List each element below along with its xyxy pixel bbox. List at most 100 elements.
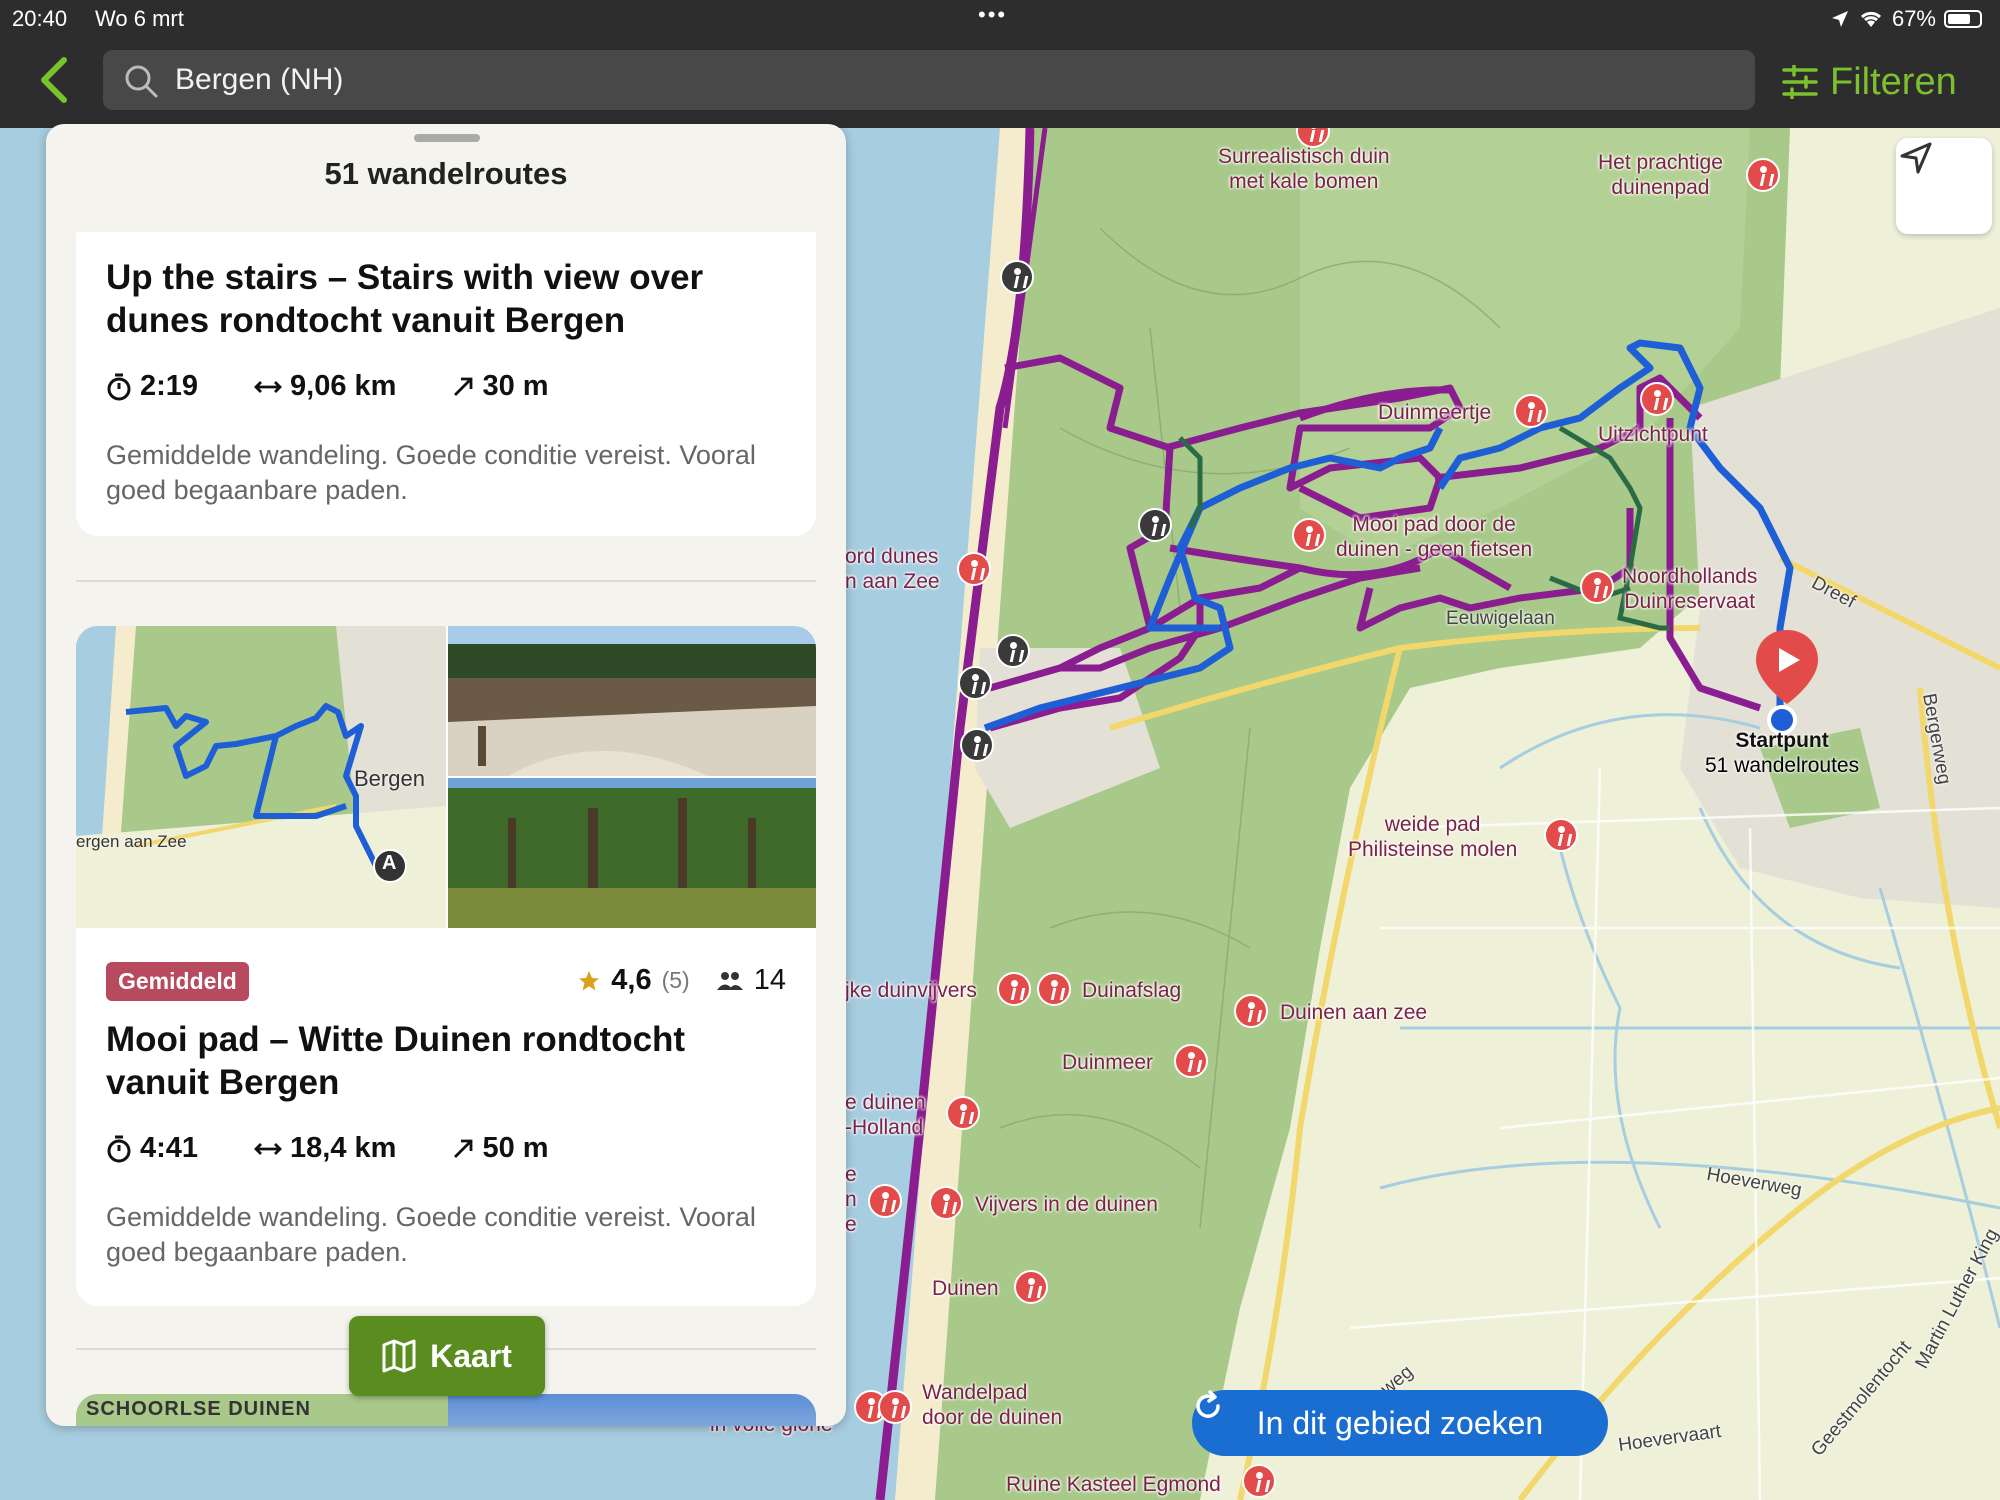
map-label[interactable]: e n e bbox=[845, 1162, 857, 1238]
route-pin[interactable] bbox=[1746, 158, 1780, 192]
status-time: 20:40 bbox=[12, 6, 68, 31]
wifi-icon bbox=[1860, 11, 1881, 27]
top-nav: Filteren bbox=[0, 36, 2000, 128]
route-card[interactable]: A Bergen ergen aan Zee Gemiddeld 4,6 (5)… bbox=[76, 626, 816, 1306]
status-right: 67% bbox=[1830, 6, 1982, 32]
route-pin[interactable] bbox=[1014, 1270, 1048, 1304]
route-pin[interactable] bbox=[1234, 994, 1268, 1028]
map-label[interactable]: weide pad Philisteinse molen bbox=[1348, 812, 1517, 862]
locate-me-button[interactable] bbox=[1896, 138, 1992, 234]
panel-grabber[interactable] bbox=[414, 134, 480, 142]
hiker-pin[interactable] bbox=[1138, 508, 1172, 542]
battery-percent: 67% bbox=[1891, 6, 1936, 31]
duration-value: 2:19 bbox=[140, 370, 199, 402]
panel-title: 51 wandelroutes bbox=[324, 156, 568, 191]
road-label: Eeuwigelaan bbox=[1446, 608, 1555, 629]
route-title: Mooi pad – Witte Duinen rondtocht vanuit… bbox=[106, 1020, 686, 1102]
map-label[interactable]: Duinafslag bbox=[1082, 978, 1181, 1003]
results-panel[interactable]: 51 wandelroutes Up the stairs – Stairs w… bbox=[46, 124, 846, 1426]
map-label[interactable]: Vijvers in de duinen bbox=[975, 1192, 1158, 1217]
map-label[interactable]: Noordhollands Duinreservaat bbox=[1622, 564, 1757, 614]
route-pin[interactable] bbox=[1037, 972, 1071, 1006]
route-pin[interactable] bbox=[1174, 1044, 1208, 1078]
multitasking-dots-icon[interactable]: ••• bbox=[978, 2, 1007, 28]
route-pin[interactable] bbox=[1292, 518, 1326, 552]
route-pin[interactable] bbox=[929, 1186, 963, 1220]
map-icon bbox=[382, 1339, 416, 1373]
map-toggle-button[interactable]: Kaart bbox=[349, 1316, 545, 1396]
map-label[interactable]: jke duinvijvers bbox=[845, 978, 977, 1003]
ascent-value: 30 m bbox=[482, 370, 549, 402]
route-pin[interactable] bbox=[1640, 382, 1674, 416]
route-pin[interactable] bbox=[868, 1184, 902, 1218]
status-date: Wo 6 mrt bbox=[95, 6, 184, 31]
stopwatch-icon bbox=[107, 1135, 131, 1162]
ascent-stat: 50 m bbox=[452, 1132, 576, 1165]
hiker-pin[interactable] bbox=[1000, 260, 1034, 294]
walkers-count: 14 bbox=[753, 964, 786, 996]
route-pin[interactable] bbox=[1514, 394, 1548, 428]
battery-icon bbox=[1944, 10, 1982, 28]
map-label[interactable]: Duinen aan zee bbox=[1280, 1000, 1427, 1025]
map-label[interactable]: Uitzichtpunt bbox=[1598, 422, 1708, 447]
route-pin[interactable] bbox=[1242, 1464, 1276, 1498]
map-label[interactable]: ord dunes n aan Zee bbox=[845, 544, 940, 594]
route-description: Gemiddelde wandeling. Goede conditie ver… bbox=[106, 440, 756, 505]
rating-count: (5) bbox=[661, 967, 690, 993]
duration-stat: 2:19 bbox=[106, 370, 226, 403]
route-pin[interactable] bbox=[957, 552, 991, 586]
duration-stat: 4:41 bbox=[106, 1132, 226, 1165]
route-pin[interactable] bbox=[878, 1390, 912, 1424]
map-label[interactable]: Ruine Kasteel Egmond bbox=[1006, 1472, 1221, 1497]
forest-photo bbox=[448, 778, 816, 928]
map-label[interactable]: Duinmeer bbox=[1062, 1050, 1153, 1075]
people-icon bbox=[716, 971, 743, 990]
route-pin[interactable] bbox=[1580, 570, 1614, 604]
filter-button[interactable]: Filteren bbox=[1782, 54, 1957, 110]
map-label[interactable]: Duinmeertje bbox=[1378, 400, 1491, 425]
refresh-icon bbox=[1196, 1390, 1220, 1418]
status-bar: 20:40 Wo 6 mrt ••• 67% bbox=[0, 0, 2000, 36]
distance-value: 9,06 km bbox=[290, 370, 397, 402]
search-this-area-button[interactable]: In dit gebied zoeken bbox=[1192, 1390, 1608, 1456]
star-icon bbox=[579, 970, 600, 990]
map-label[interactable]: e duinen -Holland bbox=[845, 1090, 926, 1140]
ascent-arrow-icon bbox=[454, 1139, 473, 1158]
search-bar[interactable] bbox=[103, 50, 1755, 110]
start-subtitle: 51 wandelroutes bbox=[1705, 754, 1860, 778]
sliders-icon bbox=[1782, 65, 1818, 99]
route-map-thumbnail: A Bergen ergen aan Zee bbox=[76, 626, 446, 928]
start-label: Startpunt 51 wandelroutes bbox=[1705, 728, 1859, 778]
route-photo bbox=[448, 778, 816, 928]
thumb-start-letter: A bbox=[382, 852, 397, 874]
distance-stat: 9,06 km bbox=[254, 370, 424, 403]
route-pin[interactable] bbox=[1544, 818, 1578, 852]
rating-row: 4,6 (5) 14 bbox=[577, 964, 786, 997]
route-pin[interactable] bbox=[997, 972, 1031, 1006]
hiker-pin[interactable] bbox=[958, 666, 992, 700]
next-card-label: SCHOORLSE DUINEN bbox=[86, 1398, 311, 1420]
back-button[interactable] bbox=[34, 52, 74, 108]
map-toggle-label: Kaart bbox=[430, 1337, 512, 1374]
route-card[interactable]: Up the stairs – Stairs with view over du… bbox=[76, 232, 816, 536]
map-label[interactable]: Duinen bbox=[932, 1276, 999, 1301]
route-card[interactable]: SCHOORLSE DUINEN bbox=[76, 1394, 816, 1426]
distance-arrows-icon bbox=[254, 1142, 283, 1155]
route-description: Gemiddelde wandeling. Goede conditie ver… bbox=[106, 1202, 756, 1267]
search-input[interactable] bbox=[175, 50, 1675, 110]
map-label[interactable]: Het prachtige duinenpad bbox=[1598, 150, 1723, 200]
map-label[interactable]: Mooi pad door de duinen - geen fietsen bbox=[1336, 512, 1532, 562]
search-this-area-label: In dit gebied zoeken bbox=[1256, 1404, 1544, 1441]
route-stats: 4:41 18,4 km 50 m bbox=[106, 1132, 605, 1165]
hiker-pin[interactable] bbox=[960, 728, 994, 762]
duration-value: 4:41 bbox=[140, 1132, 199, 1164]
thumb-coast-label: ergen aan Zee bbox=[76, 832, 187, 851]
route-pin[interactable] bbox=[946, 1096, 980, 1130]
map-label[interactable]: Surrealistisch duin met kale bomen bbox=[1218, 144, 1390, 194]
dunes-photo bbox=[448, 626, 816, 776]
difficulty-badge: Gemiddeld bbox=[106, 962, 249, 1001]
hiker-pin[interactable] bbox=[996, 634, 1030, 668]
search-icon bbox=[125, 65, 158, 98]
map-label[interactable]: Wandelpad door de duinen bbox=[922, 1380, 1062, 1430]
filter-label: Filteren bbox=[1830, 60, 1957, 103]
